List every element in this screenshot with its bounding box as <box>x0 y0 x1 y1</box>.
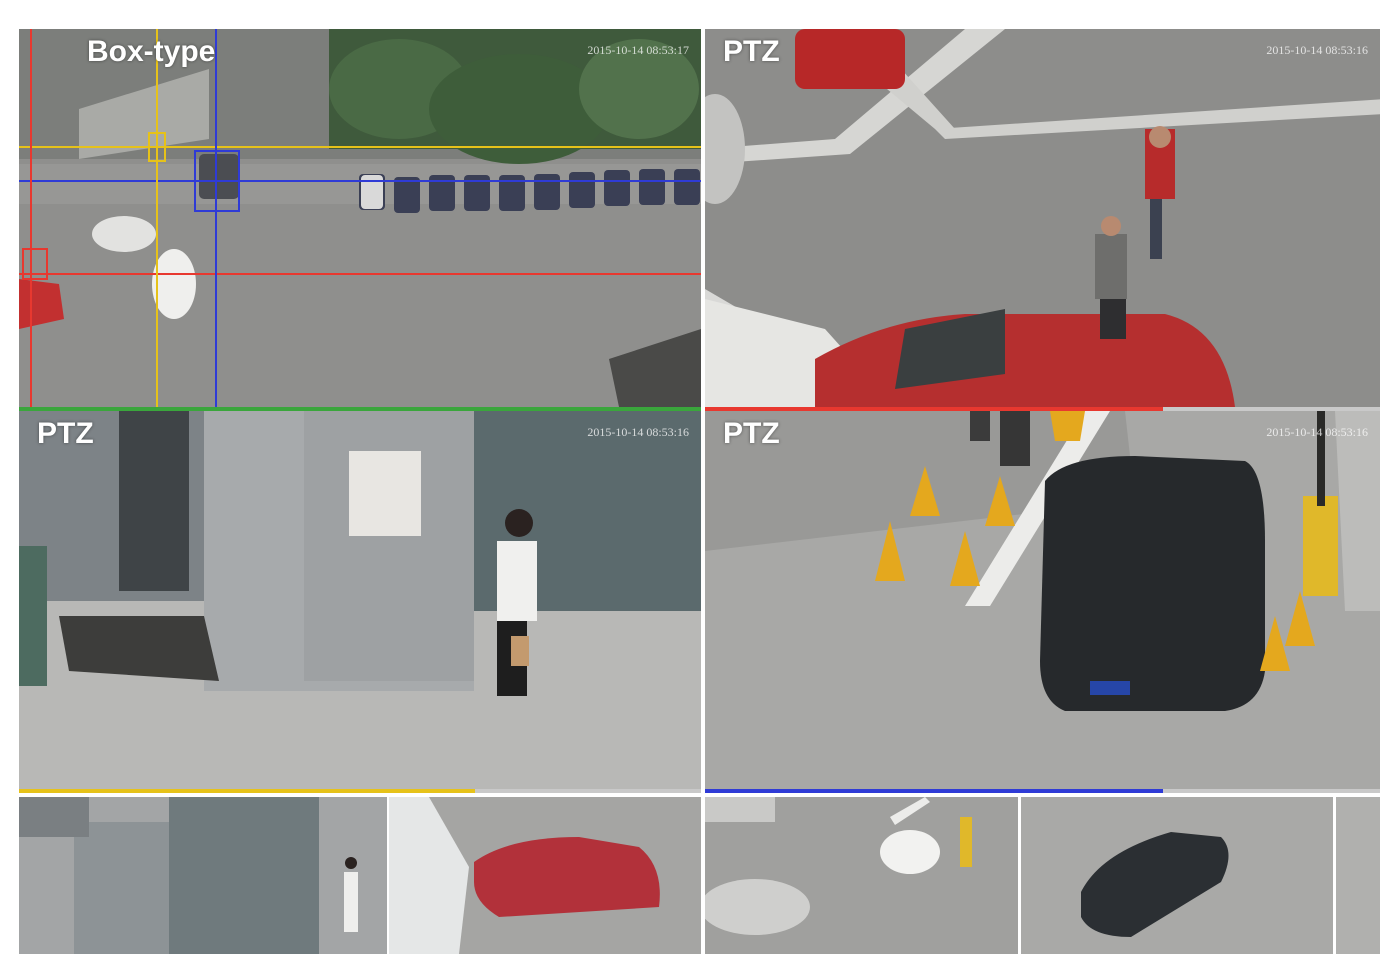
timestamp: 2015-10-14 08:53:16 <box>1266 43 1368 57</box>
thumbnail-scene <box>705 797 1018 954</box>
track-bar-blue <box>705 789 1163 793</box>
camera-label: PTZ <box>723 417 780 450</box>
thumbnail-3[interactable] <box>705 797 1018 954</box>
track-bar-gray <box>475 789 701 793</box>
timestamp: 2015-10-14 08:53:16 <box>587 425 689 439</box>
ptz-scene-1 <box>705 29 1380 407</box>
track-bar-gray <box>1163 789 1380 793</box>
thumbnail-2[interactable] <box>389 797 701 954</box>
thumbnail-4[interactable] <box>1021 797 1333 954</box>
camera-label: PTZ <box>37 417 94 450</box>
camera-tile-ptz-3[interactable]: PTZ 2015-10-14 08:53:16 <box>705 411 1380 789</box>
camera-label: Box-type <box>87 35 216 68</box>
thumbnail-5[interactable] <box>1336 797 1380 954</box>
camera-tile-box-type[interactable]: Box-type 2015-10-14 08:53:17 <box>19 29 701 407</box>
camera-label: PTZ <box>723 35 780 68</box>
track-bar-yellow <box>19 789 475 793</box>
timestamp: 2015-10-14 08:53:16 <box>1266 425 1368 439</box>
ptz-scene-3 <box>705 411 1380 789</box>
timestamp: 2015-10-14 08:53:17 <box>587 43 689 57</box>
thumbnail-scene <box>1336 797 1380 954</box>
ptz-scene-2 <box>19 411 701 789</box>
camera-tile-ptz-2[interactable]: PTZ 2015-10-14 08:53:16 <box>19 411 701 789</box>
video-wall: Box-type 2015-10-14 08:53:17 PTZ 2015-10… <box>0 0 1380 954</box>
thumbnail-scene <box>19 797 387 954</box>
parking-lot-scene <box>19 29 701 407</box>
thumbnail-scene <box>389 797 701 954</box>
camera-tile-ptz-1[interactable]: PTZ 2015-10-14 08:53:16 <box>705 29 1380 407</box>
thumbnail-scene <box>1021 797 1333 954</box>
thumbnail-1[interactable] <box>19 797 387 954</box>
